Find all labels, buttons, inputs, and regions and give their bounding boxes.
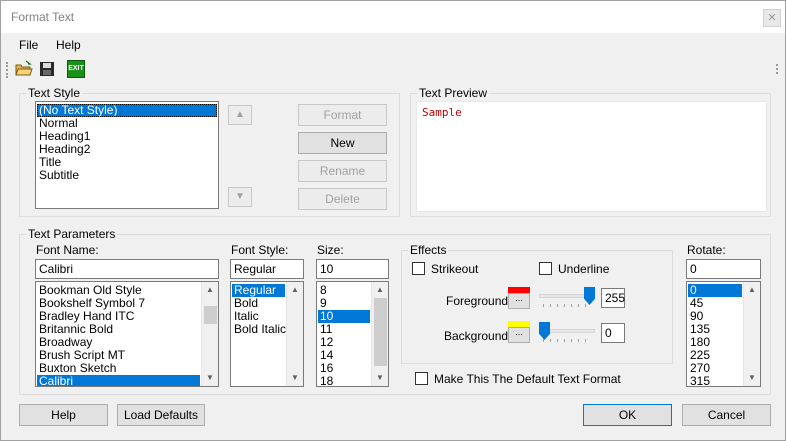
menu-file[interactable]: File — [19, 38, 38, 52]
window-title: Format Text — [11, 10, 75, 24]
format-button[interactable]: Format — [298, 104, 387, 126]
exit-button[interactable]: EXIT — [67, 60, 85, 78]
font-name-list[interactable]: Bookman Old Style Bookshelf Symbol 7 Bradl… — [35, 281, 219, 387]
foreground-value-input[interactable]: 255 — [601, 288, 625, 308]
vertical-scrollbar[interactable]: ▲ ▼ — [201, 282, 218, 386]
slider-thumb[interactable] — [539, 322, 550, 340]
close-icon[interactable]: ✕ — [763, 9, 781, 27]
underline-checkbox[interactable] — [539, 262, 552, 275]
scroll-thumb[interactable] — [374, 298, 387, 366]
scroll-down-icon[interactable]: ▼ — [744, 370, 760, 386]
scroll-up-icon[interactable]: ▲ — [287, 282, 303, 298]
toolbar: EXIT — [1, 58, 785, 80]
list-item[interactable]: Subtitle — [37, 169, 217, 182]
list-items: (No Text Style) Normal Heading1 Heading2 Tit… — [37, 104, 217, 182]
title-bar: Format Text ✕ — [1, 1, 785, 33]
move-up-button[interactable]: ▲ — [228, 105, 252, 125]
list-items: Bookman Old Style Bookshelf Symbol 7 Bradl… — [37, 284, 200, 386]
arrow-down-icon: ▼ — [235, 191, 245, 202]
vertical-scrollbar[interactable]: ▲ ▼ — [743, 282, 760, 386]
move-down-button[interactable]: ▼ — [228, 187, 252, 207]
rename-button[interactable]: Rename — [298, 160, 387, 182]
slider-thumb[interactable] — [584, 287, 595, 305]
list-items: 8 9 10 11 12 14 16 18 — [318, 284, 370, 387]
load-defaults-button[interactable]: Load Defaults — [117, 404, 205, 426]
slider-ticks — [543, 304, 591, 307]
format-text-window: Format Text ✕ File Help EXIT Text Style … — [0, 0, 786, 441]
scroll-thumb[interactable] — [204, 306, 217, 324]
rotate-list[interactable]: 0 45 90 135 180 225 270 315 ▲ ▼ — [686, 281, 761, 387]
font-name-input[interactable]: Calibri — [35, 259, 219, 279]
rotate-label: Rotate: — [687, 243, 726, 257]
toolbar-grip — [6, 62, 9, 78]
preview-sample-text: Sample — [422, 106, 462, 119]
size-list[interactable]: 8 9 10 11 12 14 16 18 ▲ ▼ — [316, 281, 389, 387]
background-slider[interactable] — [539, 322, 595, 346]
default-format-checkbox[interactable] — [415, 372, 428, 385]
scroll-down-icon[interactable]: ▼ — [372, 370, 388, 386]
help-button[interactable]: Help — [19, 404, 108, 426]
effects-legend: Effects — [410, 243, 447, 257]
vertical-scrollbar[interactable]: ▲ ▼ — [286, 282, 303, 386]
size-input[interactable]: 10 — [316, 259, 389, 279]
toolbar-overflow — [776, 64, 779, 74]
background-color-button[interactable]: ... — [508, 327, 530, 343]
list-item[interactable]: Bold Italic — [232, 323, 286, 336]
list-item[interactable]: Heading2 — [37, 143, 217, 156]
ok-button[interactable]: OK — [583, 404, 672, 426]
foreground-slider[interactable] — [539, 287, 595, 311]
scroll-up-icon[interactable]: ▲ — [372, 282, 388, 298]
menu-help[interactable]: Help — [56, 38, 81, 52]
delete-button[interactable]: Delete — [298, 188, 387, 210]
font-name-label: Font Name: — [36, 243, 99, 257]
list-item[interactable]: 315 — [688, 375, 742, 387]
list-item[interactable]: 18 — [318, 375, 370, 387]
strikeout-label: Strikeout — [431, 262, 479, 276]
text-parameters-legend: Text Parameters — [28, 227, 116, 241]
list-items: 0 45 90 135 180 225 270 315 — [688, 284, 742, 387]
default-format-label: Make This The Default Text Format — [434, 372, 621, 386]
text-preview-box: Sample — [416, 101, 767, 212]
arrow-up-icon: ▲ — [235, 109, 245, 120]
background-label: Background — [444, 329, 509, 343]
list-item[interactable]: Calibri — [37, 375, 200, 386]
strikeout-checkbox[interactable] — [412, 262, 425, 275]
size-label: Size: — [317, 243, 344, 257]
scroll-up-icon[interactable]: ▲ — [202, 282, 218, 298]
new-button[interactable]: New — [298, 132, 387, 154]
vertical-scrollbar[interactable]: ▲ ▼ — [371, 282, 388, 386]
floppy-save-icon[interactable] — [38, 60, 56, 78]
background-value-input[interactable]: 0 — [601, 323, 625, 343]
font-style-list[interactable]: Regular Bold Italic Bold Italic ▲ ▼ — [230, 281, 304, 387]
font-style-input[interactable]: Regular — [230, 259, 304, 279]
font-style-label: Font Style: — [231, 243, 289, 257]
slider-ticks — [543, 339, 591, 342]
cancel-button[interactable]: Cancel — [682, 404, 771, 426]
rotate-input[interactable]: 0 — [686, 259, 761, 279]
folder-open-icon[interactable] — [15, 60, 33, 78]
underline-label: Underline — [558, 262, 610, 276]
list-items: Regular Bold Italic Bold Italic — [232, 284, 286, 336]
scroll-down-icon[interactable]: ▼ — [287, 370, 303, 386]
text-preview-legend: Text Preview — [419, 86, 488, 100]
text-style-list[interactable]: (No Text Style) Normal Heading1 Heading2 Tit… — [35, 101, 219, 209]
scroll-down-icon[interactable]: ▼ — [202, 370, 218, 386]
text-style-legend: Text Style — [28, 86, 81, 100]
foreground-color-button[interactable]: ... — [508, 293, 530, 309]
scroll-up-icon[interactable]: ▲ — [744, 282, 760, 298]
foreground-label: Foreground — [446, 294, 509, 308]
